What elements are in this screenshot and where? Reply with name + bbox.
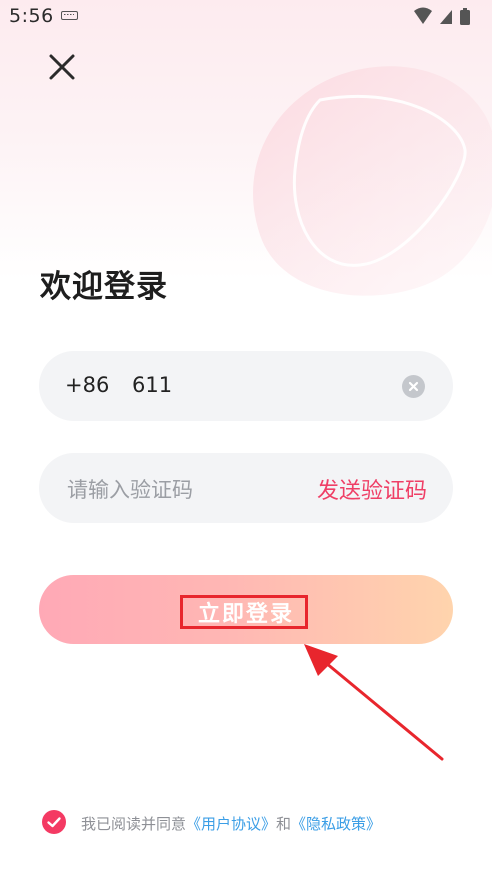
wifi-icon [414, 7, 432, 24]
user-agreement-link[interactable]: 《用户协议》 [186, 815, 276, 833]
signal-icon [440, 10, 452, 24]
close-icon [49, 54, 75, 80]
close-button[interactable] [40, 45, 84, 89]
status-time: 5:56 [9, 5, 54, 27]
phone-field[interactable]: +86 611 [39, 351, 453, 421]
battery-icon [460, 8, 470, 25]
agreement-conjunction: 和 [276, 815, 292, 833]
verification-code-input[interactable]: 请输入验证码 [67, 474, 193, 504]
clear-input-button[interactable] [402, 375, 425, 398]
checkmark-icon [47, 817, 61, 828]
agreement-prefix: 我已阅读并同意 [81, 815, 187, 833]
status-bar: 5:56 [0, 0, 492, 34]
page-title: 欢迎登录 [40, 269, 168, 305]
agreement-checkbox[interactable] [42, 810, 66, 834]
annotation-highlight-box [180, 595, 308, 629]
login-button[interactable]: 立即登录 [39, 575, 453, 644]
phone-input-value[interactable]: 611 [132, 373, 172, 397]
status-icons [414, 7, 470, 25]
agreement-text: 我已阅读并同意《用户协议》和《隐私政策》 [81, 813, 381, 834]
keyboard-icon [61, 11, 78, 20]
clear-icon [408, 381, 419, 392]
agreement-row: 我已阅读并同意《用户协议》和《隐私政策》 [42, 808, 462, 838]
send-code-button[interactable]: 发送验证码 [317, 473, 427, 505]
annotation-arrow-icon [304, 644, 444, 761]
decorative-logo-shape [253, 66, 492, 296]
login-screen: 5:56 欢迎登录 +86 611 请输入验证码 发送验证码 立即登录 我已阅读… [0, 0, 492, 876]
privacy-policy-link[interactable]: 《隐私政策》 [291, 815, 381, 833]
country-code[interactable]: +86 [65, 373, 109, 397]
verification-code-field[interactable]: 请输入验证码 发送验证码 [39, 453, 453, 523]
